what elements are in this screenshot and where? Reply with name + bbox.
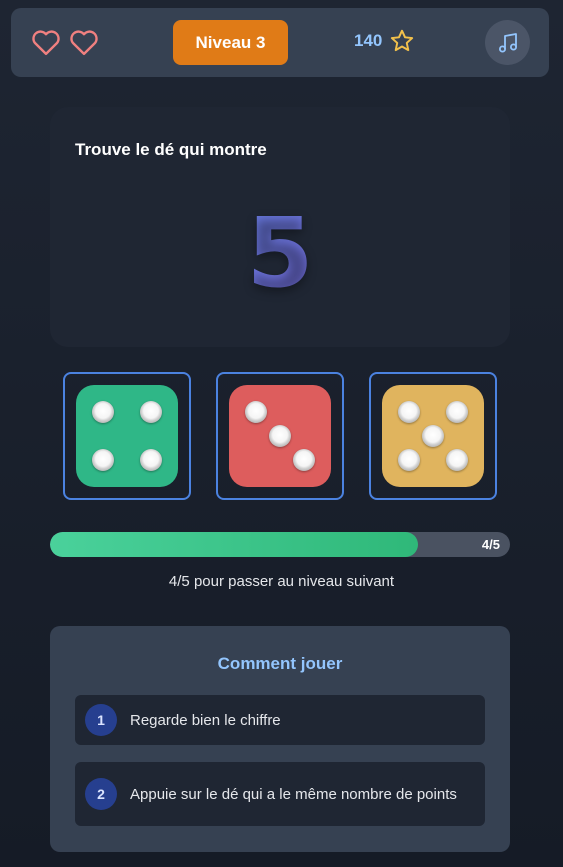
die-five: [382, 385, 484, 487]
die-three: [229, 385, 331, 487]
dice-choice-2[interactable]: [216, 372, 344, 500]
music-note-icon: [496, 31, 520, 55]
target-number: 5: [50, 205, 510, 301]
progress-bar: 4/5: [50, 532, 510, 557]
music-button[interactable]: [485, 20, 530, 65]
die-pip: [398, 401, 420, 423]
die-four: [76, 385, 178, 487]
how-to-play-title: Comment jouer: [217, 654, 343, 673]
step-number-badge: 2: [85, 778, 117, 810]
score-display: 140: [354, 28, 415, 54]
step-text: Appuie sur le dé qui a le même nombre de…: [130, 785, 457, 803]
die-pip: [92, 401, 114, 423]
step-number-badge: 1: [85, 704, 117, 736]
lives: [31, 28, 99, 56]
die-pip: [269, 425, 291, 447]
progress-caption: 4/5 pour passer au niveau suivant: [168, 573, 395, 590]
heart-icon: [31, 28, 61, 56]
die-pip: [92, 449, 114, 471]
target-prompt: Trouve le dé qui montre: [75, 140, 267, 159]
dice-choice-3[interactable]: [369, 372, 497, 500]
top-bar: Niveau 3 140: [11, 8, 549, 77]
step-text: Regarde bien le chiffre: [130, 711, 281, 729]
how-to-play-panel: Comment jouer 1 Regarde bien le chiffre …: [50, 626, 510, 852]
instruction-step: 2 Appuie sur le dé qui a le même nombre …: [75, 762, 485, 826]
score-value: 140: [354, 31, 383, 50]
die-pip: [140, 449, 162, 471]
die-pip: [245, 401, 267, 423]
star-icon: [389, 28, 415, 54]
target-card: Trouve le dé qui montre 5: [50, 107, 510, 347]
progress-label: 4/5: [481, 537, 500, 552]
progress-fill: [50, 532, 418, 557]
die-pip: [422, 425, 444, 447]
die-pip: [446, 449, 468, 471]
level-button[interactable]: Niveau 3: [173, 20, 288, 65]
die-pip: [293, 449, 315, 471]
die-pip: [398, 449, 420, 471]
dice-choice-1[interactable]: [63, 372, 191, 500]
die-pip: [140, 401, 162, 423]
instruction-step: 1 Regarde bien le chiffre: [75, 695, 485, 745]
die-pip: [446, 401, 468, 423]
heart-icon: [69, 28, 99, 56]
